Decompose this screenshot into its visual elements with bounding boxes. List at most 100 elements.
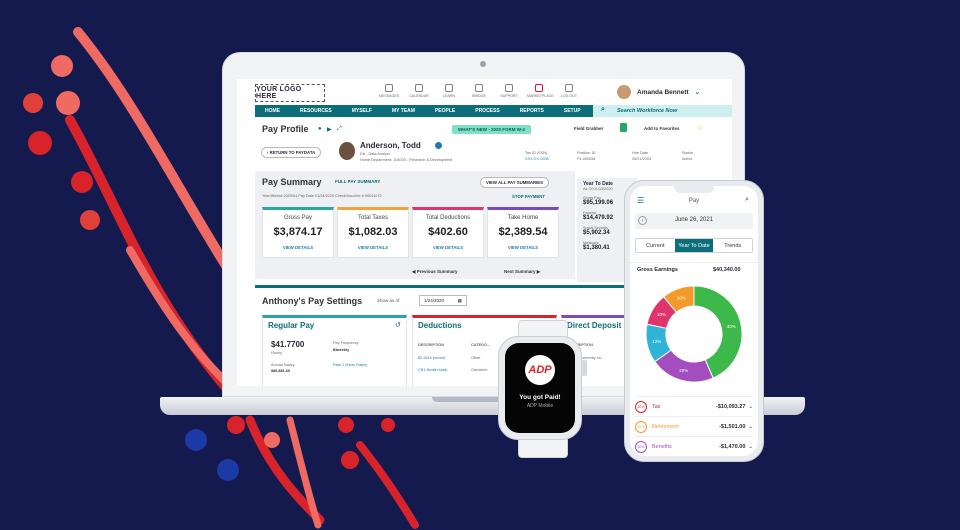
messages-icon[interactable]: MESSAGES bbox=[377, 84, 401, 98]
row-label: Retirement bbox=[651, 423, 679, 430]
more-rates-link[interactable]: Rate 2 (More Rates) bbox=[333, 363, 367, 367]
notification-app: ADP Mobile bbox=[526, 403, 554, 409]
view-details-link[interactable]: VIEW DETAILS bbox=[263, 245, 333, 250]
pay-summary-title: Pay Summary bbox=[262, 177, 322, 187]
phone-screen: ☰ Pay ⌕ ‹ June 26, 2021 Current Year To … bbox=[630, 186, 758, 456]
row-value: -$10,093.27 bbox=[716, 403, 746, 410]
column-header: DESCRIPTION bbox=[418, 343, 444, 347]
nav-resources[interactable]: RESOURCES bbox=[300, 108, 332, 114]
calendar-icon: ▦ bbox=[457, 298, 462, 303]
next-summary-link[interactable]: Next Summary ▶ bbox=[504, 269, 540, 275]
pay-summary-meta: Year/Week# 2020/04 Pay Date 01/24/2020 C… bbox=[262, 194, 382, 198]
star-icon[interactable]: ☆ bbox=[697, 124, 703, 132]
row-label: Benefits bbox=[651, 443, 672, 450]
employee-name: Anderson, Todd bbox=[360, 141, 421, 150]
support-icon[interactable]: SUPPORT bbox=[497, 84, 521, 98]
main-nav: HOME RESOURCES MYSELF MY TEAM PEOPLE PRO… bbox=[255, 105, 732, 117]
deduction-row-desc[interactable]: $2-401k percent bbox=[418, 356, 445, 360]
chevron-down-icon: ⌄ bbox=[748, 403, 753, 410]
page-title: Pay Profile bbox=[262, 124, 309, 134]
percent-badge: 10% bbox=[635, 420, 647, 433]
search-icon: ⌕ bbox=[601, 106, 605, 113]
chevron-down-icon: ⌄ bbox=[748, 423, 753, 430]
full-pay-summary-link[interactable]: FULL PAY SUMMARY bbox=[335, 179, 380, 184]
employee-title: DA - Data Analyst bbox=[360, 152, 390, 156]
chevron-down-icon: ⌄ bbox=[748, 443, 753, 450]
gross-earnings-label: Gross Earnings bbox=[637, 267, 678, 273]
field-value: F4-000058 bbox=[577, 157, 596, 161]
deduction-row-desc[interactable]: CB1-Health savin bbox=[418, 368, 448, 372]
earnings-donut-chart: 40% 20% 12% 10% 10% bbox=[645, 285, 743, 383]
deduction-row-benefits[interactable]: 20% Benefits -$1,470.00 ⌄ bbox=[635, 436, 753, 456]
calendar-icon[interactable]: CALENDAR bbox=[407, 84, 431, 98]
donut-slice-label: 20% bbox=[679, 368, 688, 373]
top-icon-bar: MESSAGES CALENDAR LEARN BRIDGE SUPPORT M… bbox=[377, 84, 581, 98]
nav-setup[interactable]: SETUP bbox=[564, 108, 581, 114]
tab-current[interactable]: Current bbox=[636, 239, 675, 252]
regular-pay-title[interactable]: Regular Pay bbox=[268, 321, 406, 330]
stop-payment-link[interactable]: STOP PAYMENT bbox=[512, 194, 545, 199]
tab-year-to-date[interactable]: Year To Date bbox=[674, 239, 714, 252]
total-taxes-card: Total Taxes $1,082.03 VIEW DETAILS bbox=[337, 207, 409, 258]
learn-icon[interactable]: LEARN bbox=[437, 84, 461, 98]
field-label: Hire Date bbox=[632, 151, 649, 155]
search-icon[interactable]: ⌕ bbox=[745, 196, 749, 204]
field-value: Active bbox=[682, 157, 693, 161]
logout-icon[interactable]: LOG OUT bbox=[557, 84, 581, 98]
history-icon[interactable]: ↺ bbox=[395, 321, 401, 329]
view-details-link[interactable]: VIEW DETAILS bbox=[338, 245, 408, 250]
whats-new-banner[interactable]: WHAT'S NEW - 2020 FORM W-4 bbox=[452, 125, 531, 134]
view-details-link[interactable]: VIEW DETAILS bbox=[413, 245, 483, 250]
return-to-paydata-button[interactable]: ‹ RETURN TO PAYDATA bbox=[261, 147, 322, 158]
expand-icon[interactable]: ⤢ bbox=[337, 126, 342, 133]
avatar bbox=[617, 85, 631, 99]
total-deductions-card: Total Deductions $402.60 VIEW DETAILS bbox=[412, 207, 484, 258]
view-details-link[interactable]: VIEW DETAILS bbox=[488, 245, 558, 250]
field-grabber[interactable]: Field Grabber bbox=[574, 126, 603, 131]
pay-rate: $41.7700 bbox=[271, 340, 305, 349]
watch-screen: ADP You got Paid! ADP Mobile bbox=[505, 343, 575, 433]
document-icon bbox=[620, 123, 627, 132]
annual-salary-value: $86,881.60 bbox=[271, 369, 291, 373]
date-selector[interactable]: ‹ June 26, 2021 bbox=[635, 213, 753, 229]
info-icon[interactable] bbox=[435, 142, 442, 149]
user-menu[interactable]: Amanda Bennett ⌄ bbox=[617, 85, 700, 99]
nav-myself[interactable]: MYSELF bbox=[352, 108, 372, 114]
nav-people[interactable]: PEOPLE bbox=[435, 108, 455, 114]
donut-hole bbox=[666, 306, 722, 362]
view-all-pay-summaries-button[interactable]: VIEW ALL PAY SUMMARIES bbox=[480, 177, 549, 188]
pay-date: June 26, 2021 bbox=[674, 217, 714, 223]
nav-home[interactable]: HOME bbox=[265, 108, 280, 114]
previous-summary-link[interactable]: ◀ Previous Summary bbox=[412, 269, 458, 275]
tab-trends[interactable]: Trends bbox=[713, 239, 752, 252]
field-value: XXX-XX-0008 bbox=[525, 157, 549, 161]
marketplace-icon[interactable]: MARKETPLACE bbox=[527, 84, 554, 98]
rate-type: Hourly bbox=[271, 351, 282, 355]
date-picker-input[interactable]: 1/24/2020 ▦ bbox=[419, 295, 467, 306]
add-to-favorites[interactable]: Add to Favorites bbox=[644, 126, 680, 131]
nav-process[interactable]: PROCESS bbox=[475, 108, 499, 114]
bridge-icon[interactable]: BRIDGE bbox=[467, 84, 491, 98]
pay-settings-title: Anthony's Pay Settings bbox=[262, 296, 363, 306]
take-home-card: Take Home $2,389.54 VIEW DETAILS bbox=[487, 207, 559, 258]
help-icon[interactable]: ● bbox=[318, 126, 322, 132]
deduction-row-tax[interactable]: 20% Tax -$10,093.27 ⌄ bbox=[635, 396, 753, 416]
nav-my-team[interactable]: MY TEAM bbox=[392, 108, 415, 114]
nav-reports[interactable]: REPORTS bbox=[520, 108, 544, 114]
donut-slice-label: 12% bbox=[652, 339, 661, 344]
percent-badge: 20% bbox=[635, 400, 647, 413]
field-label: Tax ID (SSN) bbox=[525, 151, 548, 155]
video-icon[interactable]: ▶ bbox=[327, 126, 332, 133]
donut-slice-label: 10% bbox=[677, 296, 686, 301]
search-input[interactable]: ⌕ Search Workforce Now bbox=[593, 105, 732, 117]
donut-slice-label: 10% bbox=[657, 312, 666, 317]
field-label: Status bbox=[682, 151, 693, 155]
company-logo: YOUR LOGO HERE bbox=[255, 84, 325, 102]
user-name: Amanda Bennett bbox=[637, 88, 689, 96]
employee-department: Home Department: 104000 - Research & Dev… bbox=[360, 158, 453, 162]
row-value: -$1,501.00 bbox=[719, 423, 746, 430]
watch-crown bbox=[581, 360, 587, 376]
deduction-row-retirement[interactable]: 10% Retirement -$1,501.00 ⌄ bbox=[635, 416, 753, 436]
row-label: Tax bbox=[651, 403, 661, 410]
chevron-down-icon: ⌄ bbox=[694, 89, 701, 96]
